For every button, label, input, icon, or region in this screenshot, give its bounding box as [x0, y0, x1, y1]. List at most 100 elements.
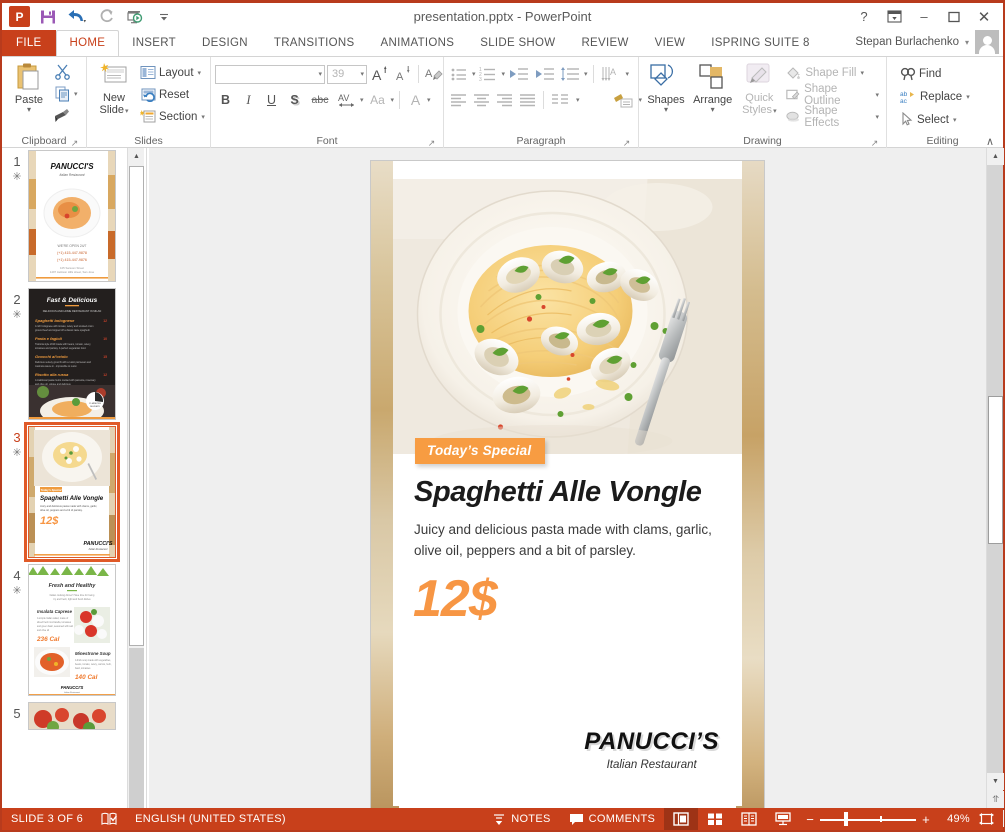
replace-button[interactable]: ab ac Replace ▾ [897, 86, 973, 107]
decrease-font-size-button[interactable]: A [392, 64, 413, 85]
thumbnail-slide-3[interactable]: Today's Special Spaghetti Alle Vongle Ju… [24, 422, 120, 562]
thumbnail-slide-5[interactable] [28, 702, 116, 730]
close-button[interactable]: ✕ [969, 5, 999, 29]
tab-insert[interactable]: INSERT [119, 30, 189, 56]
line-spacing-button[interactable] [559, 64, 581, 85]
chevron-down-icon[interactable]: ▾ [27, 106, 31, 114]
underline-button[interactable]: U [261, 90, 282, 111]
tab-design[interactable]: DESIGN [189, 30, 261, 56]
spell-check-icon[interactable] [92, 808, 126, 830]
view-reading-button[interactable] [732, 808, 766, 830]
thumbnail-slide-1[interactable]: PANUCCI'S Italian Restaurant WE'RE OPEN … [28, 150, 116, 282]
powerpoint-logo-icon[interactable]: P [6, 6, 32, 28]
font-dialog-launcher[interactable]: ↗ [426, 136, 437, 148]
chevron-down-icon[interactable]: ▾ [875, 113, 879, 121]
tab-review[interactable]: REVIEW [568, 30, 641, 56]
list-item[interactable]: 1 ✳ PANUCCI'S Italian Restaurant WE'RE O… [2, 148, 127, 282]
minimize-button[interactable]: – [909, 5, 939, 29]
slide-thumbnail-pane[interactable]: 1 ✳ PANUCCI'S Italian Restaurant WE'RE O… [2, 148, 127, 828]
list-item[interactable]: 3 ✳ Today's Special Spaghetti Alle Vongl… [2, 420, 127, 562]
arrange-button[interactable]: Arrange ▾ [689, 59, 736, 114]
view-slide-show-button[interactable] [766, 808, 800, 830]
tab-transitions[interactable]: TRANSITIONS [261, 30, 368, 56]
scrollbar-thumb[interactable] [129, 166, 144, 646]
page-title[interactable]: Spaghetti Alle Vongle [414, 476, 702, 509]
shape-outline-button[interactable]: Shape Outline ▾ [782, 83, 882, 107]
clipboard-dialog-launcher[interactable]: ↗ [69, 136, 80, 148]
scroll-up-icon[interactable]: ▲ [987, 148, 1004, 165]
chevron-down-icon[interactable]: ▾ [576, 96, 580, 104]
scroll-down-icon[interactable]: ▼ [987, 773, 1004, 790]
customize-qat-icon[interactable] [151, 6, 177, 28]
collapse-ribbon-button[interactable]: ∧ [986, 135, 994, 148]
redo-icon[interactable] [93, 6, 119, 28]
justify-button[interactable] [517, 90, 538, 111]
slide-pane-scrollbar[interactable]: ▲ ▼ ⥣ ⥤ [986, 148, 1004, 828]
tab-ispring-suite-8[interactable]: ISPRING SUITE 8 [698, 30, 822, 56]
maximize-restore-button[interactable] [939, 5, 969, 29]
slide-indicator[interactable]: SLIDE 3 OF 6 [2, 808, 92, 830]
chevron-down-icon[interactable]: ▾ [125, 108, 129, 115]
text-direction-button[interactable]: A [599, 64, 623, 85]
zoom-value[interactable]: 49% [936, 813, 970, 825]
clear-formatting-button[interactable]: A [424, 64, 445, 85]
align-center-button[interactable] [471, 90, 492, 111]
character-spacing-button[interactable]: AV [335, 90, 359, 111]
zoom-track[interactable] [820, 808, 917, 830]
scrollbar-thumb[interactable] [988, 396, 1003, 544]
shapes-button[interactable]: Shapes ▾ [643, 59, 689, 114]
convert-to-smartart-button[interactable] [612, 90, 636, 111]
chevron-down-icon[interactable]: ▾ [502, 70, 506, 78]
chevron-down-icon[interactable]: ▾ [472, 70, 476, 78]
slide-description[interactable]: Juicy and delicious pasta made with clam… [414, 519, 712, 561]
chevron-down-icon[interactable]: ▾ [584, 70, 588, 78]
chevron-down-icon[interactable]: ▾ [860, 69, 864, 77]
columns-button[interactable] [549, 90, 573, 111]
text-shadow-button[interactable]: S [284, 90, 305, 111]
bullets-button[interactable] [448, 64, 469, 85]
font-color-button[interactable]: A [405, 90, 426, 111]
current-slide[interactable]: Today’s Special Spaghetti Alle Vongle Ju… [371, 160, 764, 816]
quick-styles-button[interactable]: Quick Styles▾ [736, 59, 782, 118]
status-badge[interactable]: Today’s Special [415, 437, 546, 464]
italic-button[interactable]: I [238, 90, 259, 111]
tab-animations[interactable]: ANIMATIONS [368, 30, 468, 56]
font-name-input[interactable]: ▾ [215, 64, 325, 84]
pasta-photo[interactable] [393, 178, 742, 454]
chevron-down-icon[interactable]: ▾ [427, 96, 431, 104]
avatar[interactable] [975, 30, 999, 54]
chevron-down-icon[interactable]: ▾ [965, 38, 969, 47]
align-right-button[interactable] [494, 90, 515, 111]
chevron-down-icon[interactable]: ▾ [360, 96, 364, 104]
chevron-down-icon[interactable]: ▾ [201, 113, 205, 121]
reset-button[interactable]: Reset [137, 84, 208, 105]
zoom-slider[interactable]: − + [800, 808, 936, 830]
format-painter-button[interactable] [52, 105, 73, 126]
layout-button[interactable]: Layout ▾ [137, 62, 208, 83]
list-item[interactable]: 5 [2, 696, 127, 730]
shape-fill-button[interactable]: Shape Fill ▾ [782, 62, 882, 83]
drawing-dialog-launcher[interactable]: ↗ [869, 136, 880, 148]
find-button[interactable]: Find [897, 63, 973, 84]
decrease-indent-button[interactable] [507, 64, 531, 85]
chevron-down-icon[interactable]: ▾ [711, 106, 715, 114]
tab-file[interactable]: FILE [2, 30, 56, 56]
slide-logo[interactable]: PANUCCI’S Italian Restaurant [584, 728, 719, 771]
increase-font-size-button[interactable]: A [369, 64, 390, 85]
notes-button[interactable]: NOTES [483, 808, 559, 830]
thumbnail-slide-4[interactable]: Fresh and Healthy Italian cooking dinner… [28, 564, 116, 696]
section-button[interactable]: Section ▾ [137, 106, 208, 127]
numbering-button[interactable]: 123 [478, 64, 499, 85]
ribbon-display-options-button[interactable] [879, 5, 909, 29]
view-slide-sorter-button[interactable] [698, 808, 732, 830]
chevron-down-icon[interactable]: ▾ [953, 116, 957, 124]
start-slideshow-icon[interactable] [122, 6, 148, 28]
save-icon[interactable] [35, 6, 61, 28]
tab-home[interactable]: HOME [55, 30, 120, 57]
chevron-down-icon[interactable]: ▾ [626, 70, 630, 78]
copy-button[interactable] [52, 83, 73, 104]
cut-button[interactable] [52, 61, 73, 82]
slide-editing-pane[interactable]: Today’s Special Spaghetti Alle Vongle Ju… [149, 148, 986, 828]
zoom-knob[interactable] [844, 812, 849, 826]
chevron-down-icon[interactable]: ▾ [198, 69, 202, 77]
